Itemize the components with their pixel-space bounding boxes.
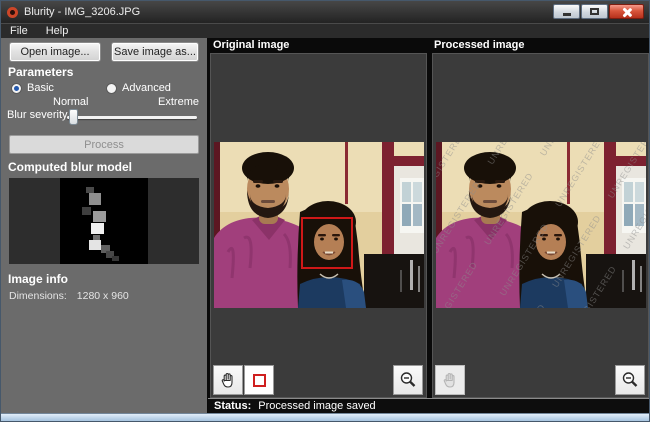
close-icon [622,7,632,17]
maximize-icon [590,8,599,15]
pan-tool-button-disabled [435,365,465,395]
original-panel-label: Original image [213,39,290,51]
region-select-tool-button[interactable] [244,365,274,395]
window-controls [553,4,644,19]
kernel-block [89,240,101,250]
processed-viewport[interactable]: UNREGISTERED UNREGISTERED UNREGISTERED UNRE… [251,39,649,421]
image-info-heading: Image info [8,272,69,286]
minimize-button[interactable] [553,4,580,19]
zoom-out-icon [400,372,416,387]
radio-basic-label: Basic [27,82,54,94]
zoom-out-icon [622,372,638,387]
menu-file[interactable]: File [1,24,37,39]
hand-icon [221,372,233,388]
maximize-button[interactable] [581,4,608,19]
dimensions-value: 1280 x 960 [76,290,129,302]
blur-model-heading: Computed blur model [8,160,132,174]
window-title: Blurity - IMG_3206.JPG [24,6,141,18]
blurity-window: Blurity - IMG_3206.JPG File Help Open im… [0,0,650,422]
blur-kernel-image [60,178,148,264]
image-area: Original image Processed image UNREGISTE… [207,38,649,421]
slider-max-label: Extreme [158,96,199,108]
radio-advanced-circle [106,82,117,94]
status-label: Status: [214,400,252,412]
kernel-block [91,223,104,234]
radio-basic-circle [11,82,22,94]
window-bottom-border [1,413,649,421]
original-viewport[interactable] [210,53,427,398]
radio-advanced[interactable]: Advanced [106,82,171,94]
radio-basic[interactable]: Basic [11,82,54,94]
blur-severity-label: Blur severity [7,109,68,121]
open-image-button[interactable]: Open image... [9,42,101,62]
blur-severity-slider[interactable] [67,109,197,125]
menu-help[interactable]: Help [37,24,78,39]
processed-panel-label: Processed image [434,39,525,51]
mode-radio-group: Basic Advanced [11,82,201,96]
slider-min-label: Normal [53,96,89,108]
zoom-out-button-processed[interactable] [615,365,645,395]
region-select-icon [252,373,266,387]
status-bar: Status: Processed image saved [208,398,649,413]
kernel-block [89,193,101,205]
process-button[interactable]: Process [9,135,199,154]
status-text: Processed image saved [258,400,376,412]
content: Open image... Save image as... Parameter… [1,38,649,421]
radio-advanced-label: Advanced [122,82,171,94]
zoom-out-button-original[interactable] [393,365,423,395]
parameters-heading: Parameters [8,65,74,79]
menubar: File Help [1,23,649,38]
kernel-block [82,207,91,215]
dimensions-label: Dimensions: [9,290,67,302]
kernel-block [93,211,106,222]
app-icon [7,6,18,18]
pan-tool-button[interactable] [213,365,243,395]
left-panel: Open image... Save image as... Parameter… [1,38,207,413]
image-dimensions: Dimensions: 1280 x 960 [9,290,129,302]
minimize-icon [562,13,571,16]
slider-thumb[interactable] [69,109,79,125]
close-button[interactable] [609,4,644,19]
save-image-button[interactable]: Save image as... [111,42,199,62]
blur-kernel-box [9,178,199,264]
hand-icon [443,372,455,388]
titlebar: Blurity - IMG_3206.JPG [1,1,649,23]
kernel-block [112,256,119,261]
original-photo[interactable] [214,142,424,308]
processed-photo[interactable]: UNREGISTERED UNREGISTERED UNREGISTERED UNRE… [251,39,649,421]
